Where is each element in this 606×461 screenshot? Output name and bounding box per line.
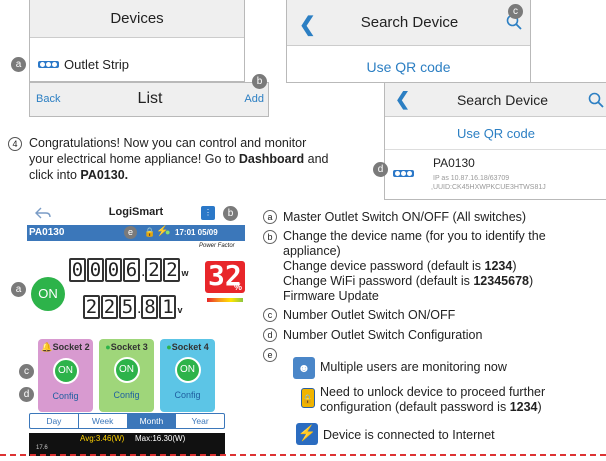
socket-card-4: ●Socket 4 ON Config — [160, 339, 215, 412]
sockets-area: 🔔Socket 2 ON Config ●Socket 3 ON Config … — [27, 287, 245, 417]
legend-list: a Master Outlet Switch ON/OFF (All switch… — [263, 210, 603, 458]
legend-a-letter: a — [263, 210, 277, 224]
period-tabs: Day Week Month Year — [29, 413, 225, 429]
search-panel-1: ❮ Search Device Use QR code — [286, 0, 531, 83]
socket-4-config-button[interactable]: Config — [160, 390, 215, 400]
socket-4-on-button[interactable]: ON — [174, 357, 201, 383]
callout-a: a — [11, 57, 26, 72]
callout-b: b — [252, 74, 267, 89]
phone-callout-a: a — [11, 282, 26, 297]
legend-e-users: Multiple users are monitoring now — [320, 360, 507, 374]
lock-icon-large: 🔒 — [301, 388, 315, 408]
devices-header: Devices — [30, 0, 244, 38]
power-digit: 0 — [87, 258, 104, 282]
lock-icon: 🔒 — [144, 227, 156, 237]
phone-callout-d: d — [19, 387, 34, 402]
legend-e: e ☻ Multiple users are monitoring now 🔒 … — [263, 348, 603, 458]
tab-year[interactable]: Year — [175, 414, 224, 428]
power-factor-label: Power Factor — [199, 243, 235, 249]
power-decimal: 2 — [145, 258, 163, 282]
legend-d: d Number Outlet Switch Configuration — [263, 328, 603, 343]
socket-card-2: 🔔Socket 2 ON Config — [38, 339, 93, 412]
legend-e-letter: e — [263, 348, 277, 362]
users-icon: ● — [165, 227, 171, 237]
legend-a: a Master Outlet Switch ON/OFF (All switch… — [263, 210, 603, 225]
phone-callout-e: e — [124, 226, 137, 239]
power-digit: 0 — [69, 258, 86, 282]
legend-e-lock: Need to unlock device to proceed further… — [320, 385, 546, 414]
phone-callout-c: c — [19, 364, 34, 379]
search-panel-2: ❮ Search Device Use QR code PA0130 IP as… — [384, 82, 606, 200]
search-header-1: ❮ Search Device — [287, 0, 530, 46]
energy-chart: Avg:3.46(W) Max:16.30(W) 17.6 — [29, 433, 225, 456]
chart-max: Max:16.30(W) — [135, 434, 186, 443]
outlet-strip-icon — [38, 61, 59, 68]
callout-c: c — [508, 4, 523, 19]
users-icon: ☻ — [293, 357, 315, 379]
socket-4-label: ●Socket 4 — [166, 342, 209, 352]
device-name: PA0130 — [433, 156, 475, 170]
step4-text: Congratulations! Now you can control and… — [29, 135, 369, 183]
device-list-item[interactable]: PA0130 IP as 10.87.16.18/63709 ,UUID:CK4… — [385, 149, 606, 199]
qr-code-link-1[interactable]: Use QR code — [287, 59, 530, 75]
device-status-bar: PA0130 e 🔒 ⚡ ● 17:01 05/09 — [27, 225, 245, 241]
step4-number: 4 — [8, 137, 22, 151]
phone-callout-b: b — [223, 206, 238, 221]
socket-2-label: 🔔Socket 2 — [41, 342, 90, 352]
search-title-1: Search Device — [360, 14, 459, 31]
phone-screen: LogiSmart ⋮ b PA0130 e 🔒 ⚡ ● 17:01 05/09… — [27, 202, 245, 456]
outlet-strip-label: Outlet Strip — [64, 57, 130, 72]
socket-2-config-button[interactable]: Config — [38, 391, 93, 401]
legend-c: c Number Outlet Switch ON/OFF — [263, 308, 603, 323]
chart-avg: Avg:3.46(W) — [80, 434, 125, 443]
device-id: PA0130 — [29, 227, 65, 238]
outlet-strip-item[interactable]: Outlet Strip — [38, 57, 129, 72]
chart-tick: 17.6 — [36, 445, 48, 451]
power-digit: 6 — [123, 258, 140, 282]
socket-3-label: ●Socket 3 — [105, 342, 148, 352]
socket-card-3: ●Socket 3 ON Config — [99, 339, 154, 412]
callout-d: d — [373, 162, 388, 177]
tab-day[interactable]: Day — [30, 414, 79, 428]
devices-panel: Devices Outlet Strip — [29, 0, 245, 82]
step4-line3: click into PA0130. — [29, 168, 129, 182]
legend-b: b Change the device name (for you to ide… — [263, 229, 603, 304]
step4-line2: your electrical home appliance! Go to Da… — [29, 152, 329, 166]
search-header-2: ❮ Search Device — [385, 83, 606, 117]
power-digit: 0 — [105, 258, 122, 282]
power-meter: 0006.22w — [69, 258, 188, 282]
tab-month[interactable]: Month — [127, 414, 176, 428]
step4-line1: Congratulations! Now you can control and… — [29, 136, 307, 150]
socket-3-on-button[interactable]: ON — [113, 357, 140, 383]
status-time: 17:01 05/09 — [175, 228, 218, 237]
search-icon-2[interactable] — [588, 92, 604, 108]
device-info-line1: IP as 10.87.16.18/63709 — [433, 175, 510, 182]
list-navbar: Back List Add — [29, 82, 269, 117]
socket-3-config-button[interactable]: Config — [99, 390, 154, 400]
power-decimal: 2 — [163, 258, 181, 282]
device-settings-icon[interactable]: ⋮ — [201, 206, 215, 220]
search-title-2: Search Device — [456, 92, 549, 108]
legend-e-internet: Device is connected to Internet — [323, 428, 495, 442]
devices-title: Devices — [110, 10, 164, 27]
lightning-icon-large: ⚡ — [296, 423, 318, 445]
power-unit: w — [181, 268, 189, 278]
legend-d-letter: d — [263, 328, 277, 342]
device-outlet-icon — [393, 170, 414, 177]
legend-b-letter: b — [263, 230, 277, 244]
add-button[interactable]: Add — [244, 93, 264, 105]
bell-icon: 🔔 — [41, 342, 53, 352]
qr-code-link-2[interactable]: Use QR code — [385, 126, 606, 141]
dashed-divider — [0, 454, 606, 456]
list-title: List — [137, 90, 163, 107]
app-header: LogiSmart ⋮ — [27, 202, 245, 224]
socket-2-on-button[interactable]: ON — [52, 358, 79, 384]
device-info-line2: ,UUID:CK45HXWPKCUE3HTWS81J — [431, 184, 546, 191]
tab-week[interactable]: Week — [79, 414, 128, 428]
legend-c-letter: c — [263, 308, 277, 322]
